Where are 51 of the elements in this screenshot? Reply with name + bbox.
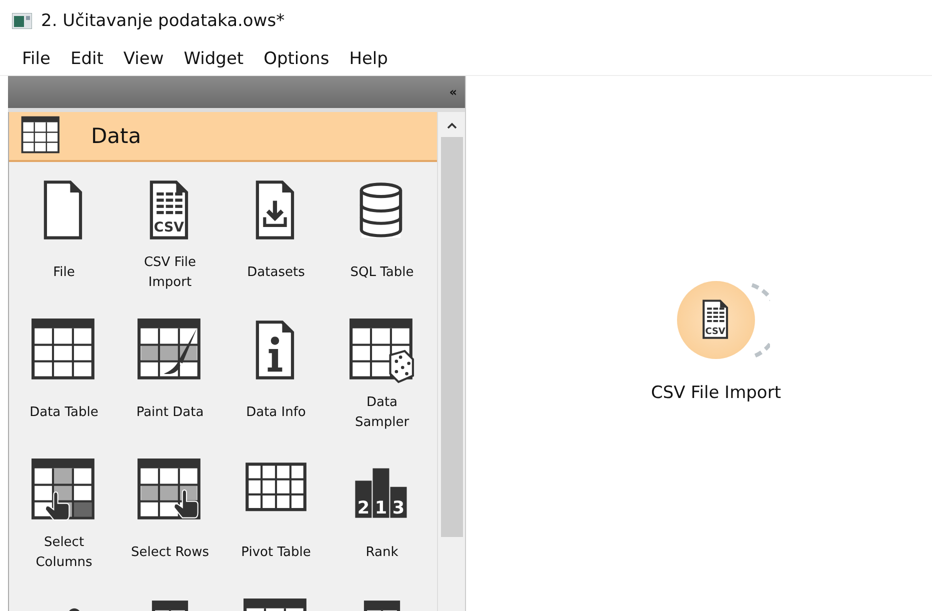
widget-button[interactable]: CSV CSV File Import	[117, 162, 223, 302]
rank-digit: 2	[357, 498, 370, 519]
category-header[interactable]: Data	[9, 112, 438, 162]
widget-button[interactable]: Datasets	[223, 162, 329, 302]
rank-digit: 1	[374, 498, 388, 519]
widget-button[interactable]: Data Sampler	[329, 302, 435, 442]
nodes-icon	[68, 608, 80, 611]
table-brush-icon	[138, 318, 200, 380]
csv-label: CSV	[154, 220, 184, 236]
menu-item[interactable]: Widget	[174, 48, 254, 68]
podium-icon	[355, 468, 407, 518]
widget-button[interactable]: Pivot Table	[223, 442, 329, 582]
window-title: 2. Učitavanje podataka.ows*	[41, 11, 285, 31]
menu-item[interactable]: Help	[339, 48, 398, 68]
table-icon	[244, 598, 306, 611]
widget-button[interactable]: Paint Data	[117, 302, 223, 442]
table-hand-icon	[138, 458, 200, 520]
database-icon	[360, 182, 402, 238]
widget-button[interactable]: Data Table	[11, 302, 117, 442]
document-icon	[150, 180, 188, 240]
menu-item[interactable]: Options	[254, 48, 340, 68]
rank-digit: 3	[392, 498, 405, 519]
widget-button[interactable]: SQL Table	[329, 162, 435, 302]
table-icon	[21, 116, 60, 154]
menu-item[interactable]: Edit	[60, 48, 114, 68]
columns-icon	[152, 600, 188, 611]
app-icon	[12, 13, 32, 29]
widget-button[interactable]: Data Info	[223, 302, 329, 442]
menu-item[interactable]: File	[12, 48, 60, 68]
collapse-button[interactable]: «	[441, 85, 465, 99]
scrollbar[interactable]	[437, 112, 465, 611]
category-label: Data	[91, 124, 142, 148]
columns-icon	[364, 600, 400, 611]
grid-icon	[246, 462, 306, 512]
table-dice-icon	[350, 318, 414, 384]
scroll-thumb[interactable]	[440, 137, 463, 537]
table-hand-icon	[32, 458, 94, 520]
node-label: CSV File Import	[651, 383, 781, 403]
menu-item[interactable]: View	[113, 48, 174, 68]
table-icon	[32, 318, 94, 380]
document-icon	[702, 300, 728, 339]
widget-button[interactable]: 2 1 3 Rank	[329, 442, 435, 582]
info-icon	[256, 320, 294, 380]
widget-button[interactable]: File	[11, 162, 117, 302]
download-file-icon	[256, 180, 294, 240]
widget-button[interactable]: Select Columns	[11, 442, 117, 582]
widget-button[interactable]: Select Rows	[117, 442, 223, 582]
file-icon	[44, 180, 82, 240]
scroll-up-icon[interactable]	[446, 122, 457, 129]
csv-label: CSV	[705, 326, 726, 337]
widget-node[interactable]: CSV	[677, 281, 755, 359]
